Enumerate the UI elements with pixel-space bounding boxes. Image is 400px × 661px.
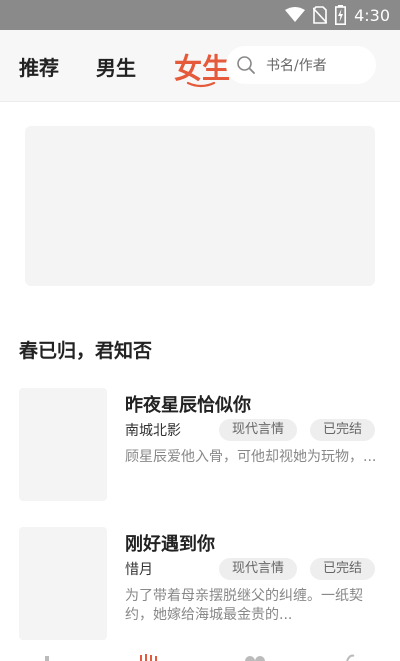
search-bar[interactable]: 书名/作者 [226,46,376,84]
book-item[interactable]: 刚好遇到你 惜月 现代言情 已完结 为了带着母亲摆脱继父的纠缠。一纸契约，她嫁给… [0,525,400,645]
tab-male[interactable]: 男生 [96,52,136,81]
genre-tag: 现代言情 [219,558,298,580]
battery-charging-icon [335,5,347,25]
book-title: 昨夜星辰恰似你 [125,395,251,416]
status-time: 4:30 [354,5,390,25]
book-author: 南城北影 [125,423,181,439]
status-tag: 已完结 [310,558,376,580]
status-bar: 4:30 [0,0,400,30]
book-cover[interactable] [19,527,107,640]
banner[interactable] [25,126,375,286]
active-tab-indicator [186,81,216,88]
bookstore-icon[interactable] [138,654,160,661]
book-title: 刚好遇到你 [125,534,215,555]
genre-tag: 现代言情 [219,419,298,441]
top-navigation: 推荐 男生 女生 书名/作者 [0,30,400,102]
book-description: 为了带着母亲摆脱继父的纠缠。一纸契约，她嫁给海城最金贵的... [125,588,363,623]
profile-icon[interactable] [344,654,356,661]
bottom-navigation [0,652,400,661]
category-icon[interactable] [244,654,266,661]
no-sim-icon [313,6,328,24]
search-placeholder: 书名/作者 [266,58,327,74]
book-author: 惜月 [125,562,153,578]
search-icon [237,56,255,74]
status-tag: 已完结 [310,419,376,441]
tab-recommend[interactable]: 推荐 [19,52,59,81]
book-cover[interactable] [19,388,107,501]
book-item[interactable]: 昨夜星辰恰似你 南城北影 现代言情 已完结 顾星辰爱他入骨，可他却视她为玩物，.… [0,386,400,506]
book-description: 顾星辰爱他入骨，可他却视她为玩物，... [125,449,377,465]
home-icon[interactable] [42,654,52,661]
wifi-icon [285,7,306,22]
status-icons: 4:30 [285,0,390,30]
section-title: 春已归，君知否 [19,340,153,362]
